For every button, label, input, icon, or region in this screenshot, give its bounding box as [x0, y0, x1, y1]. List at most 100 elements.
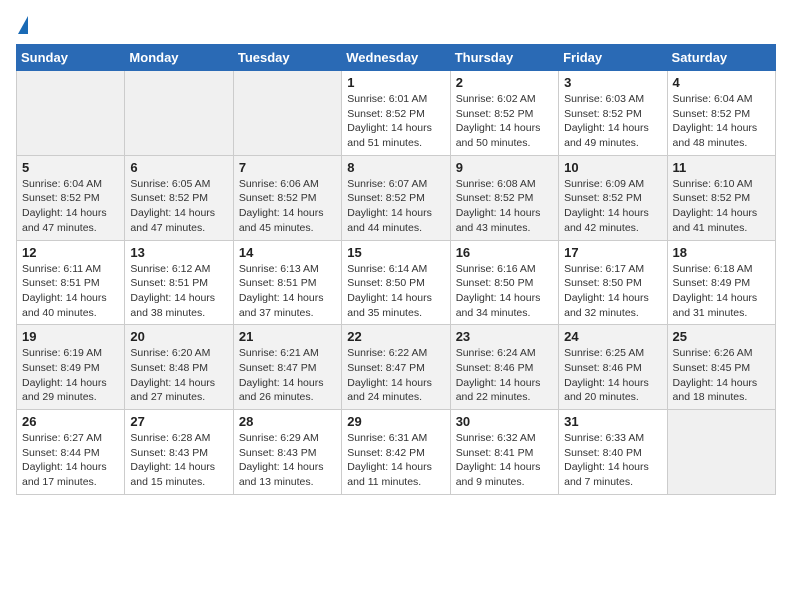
day-number: 4 — [673, 75, 770, 90]
day-info: Sunrise: 6:21 AM Sunset: 8:47 PM Dayligh… — [239, 346, 336, 405]
calendar-cell: 2 Sunrise: 6:02 AM Sunset: 8:52 PM Daylig… — [450, 71, 558, 156]
day-info: Sunrise: 6:20 AM Sunset: 8:48 PM Dayligh… — [130, 346, 227, 405]
calendar-cell: 29 Sunrise: 6:31 AM Sunset: 8:42 PM Dayli… — [342, 410, 450, 495]
calendar-cell — [233, 71, 341, 156]
day-info: Sunrise: 6:03 AM Sunset: 8:52 PM Dayligh… — [564, 92, 661, 151]
calendar-cell: 25 Sunrise: 6:26 AM Sunset: 8:45 PM Dayli… — [667, 325, 775, 410]
col-header-saturday: Saturday — [667, 45, 775, 71]
calendar-cell: 8 Sunrise: 6:07 AM Sunset: 8:52 PM Daylig… — [342, 155, 450, 240]
day-info: Sunrise: 6:14 AM Sunset: 8:50 PM Dayligh… — [347, 262, 444, 321]
day-info: Sunrise: 6:31 AM Sunset: 8:42 PM Dayligh… — [347, 431, 444, 490]
calendar-cell: 4 Sunrise: 6:04 AM Sunset: 8:52 PM Daylig… — [667, 71, 775, 156]
calendar-cell: 13 Sunrise: 6:12 AM Sunset: 8:51 PM Dayli… — [125, 240, 233, 325]
day-number: 22 — [347, 329, 444, 344]
day-info: Sunrise: 6:02 AM Sunset: 8:52 PM Dayligh… — [456, 92, 553, 151]
calendar-cell: 5Sunrise: 6:04 AM Sunset: 8:52 PM Daylig… — [17, 155, 125, 240]
calendar-cell: 10 Sunrise: 6:09 AM Sunset: 8:52 PM Dayli… — [559, 155, 667, 240]
calendar-cell — [125, 71, 233, 156]
day-info: Sunrise: 6:11 AM Sunset: 8:51 PM Dayligh… — [22, 262, 119, 321]
day-number: 17 — [564, 245, 661, 260]
day-number: 31 — [564, 414, 661, 429]
calendar-cell: 3Sunrise: 6:03 AM Sunset: 8:52 PM Daylig… — [559, 71, 667, 156]
day-number: 16 — [456, 245, 553, 260]
calendar-cell: 30 Sunrise: 6:32 AM Sunset: 8:41 PM Dayli… — [450, 410, 558, 495]
day-info: Sunrise: 6:32 AM Sunset: 8:41 PM Dayligh… — [456, 431, 553, 490]
day-info: Sunrise: 6:07 AM Sunset: 8:52 PM Dayligh… — [347, 177, 444, 236]
day-number: 6 — [130, 160, 227, 175]
day-number: 23 — [456, 329, 553, 344]
day-info: Sunrise: 6:01 AM Sunset: 8:52 PM Dayligh… — [347, 92, 444, 151]
calendar-header-row: SundayMondayTuesdayWednesdayThursdayFrid… — [17, 45, 776, 71]
day-number: 26 — [22, 414, 119, 429]
day-number: 11 — [673, 160, 770, 175]
calendar-week-row: 19 Sunrise: 6:19 AM Sunset: 8:49 PM Dayli… — [17, 325, 776, 410]
day-info: Sunrise: 6:04 AM Sunset: 8:52 PM Dayligh… — [22, 177, 119, 236]
col-header-wednesday: Wednesday — [342, 45, 450, 71]
day-info: Sunrise: 6:08 AM Sunset: 8:52 PM Dayligh… — [456, 177, 553, 236]
day-info: Sunrise: 6:22 AM Sunset: 8:47 PM Dayligh… — [347, 346, 444, 405]
day-number: 30 — [456, 414, 553, 429]
calendar-cell: 27 Sunrise: 6:28 AM Sunset: 8:43 PM Dayli… — [125, 410, 233, 495]
day-info: Sunrise: 6:04 AM Sunset: 8:52 PM Dayligh… — [673, 92, 770, 151]
calendar-week-row: 1 Sunrise: 6:01 AM Sunset: 8:52 PM Daylig… — [17, 71, 776, 156]
day-number: 2 — [456, 75, 553, 90]
calendar-cell: 28 Sunrise: 6:29 AM Sunset: 8:43 PM Dayli… — [233, 410, 341, 495]
day-number: 8 — [347, 160, 444, 175]
day-info: Sunrise: 6:17 AM Sunset: 8:50 PM Dayligh… — [564, 262, 661, 321]
calendar-cell: 18 Sunrise: 6:18 AM Sunset: 8:49 PM Dayli… — [667, 240, 775, 325]
calendar-cell: 24Sunrise: 6:25 AM Sunset: 8:46 PM Dayli… — [559, 325, 667, 410]
day-info: Sunrise: 6:09 AM Sunset: 8:52 PM Dayligh… — [564, 177, 661, 236]
day-number: 19 — [22, 329, 119, 344]
day-number: 13 — [130, 245, 227, 260]
day-number: 7 — [239, 160, 336, 175]
day-info: Sunrise: 6:24 AM Sunset: 8:46 PM Dayligh… — [456, 346, 553, 405]
calendar-cell — [17, 71, 125, 156]
col-header-monday: Monday — [125, 45, 233, 71]
col-header-friday: Friday — [559, 45, 667, 71]
day-number: 25 — [673, 329, 770, 344]
calendar-table: SundayMondayTuesdayWednesdayThursdayFrid… — [16, 44, 776, 495]
day-number: 9 — [456, 160, 553, 175]
calendar-cell: 12 Sunrise: 6:11 AM Sunset: 8:51 PM Dayli… — [17, 240, 125, 325]
day-number: 28 — [239, 414, 336, 429]
calendar-cell: 7 Sunrise: 6:06 AM Sunset: 8:52 PM Daylig… — [233, 155, 341, 240]
calendar-cell: 1 Sunrise: 6:01 AM Sunset: 8:52 PM Daylig… — [342, 71, 450, 156]
day-info: Sunrise: 6:18 AM Sunset: 8:49 PM Dayligh… — [673, 262, 770, 321]
calendar-cell: 23 Sunrise: 6:24 AM Sunset: 8:46 PM Dayli… — [450, 325, 558, 410]
calendar-cell: 19 Sunrise: 6:19 AM Sunset: 8:49 PM Dayli… — [17, 325, 125, 410]
calendar-cell: 15 Sunrise: 6:14 AM Sunset: 8:50 PM Dayli… — [342, 240, 450, 325]
day-info: Sunrise: 6:19 AM Sunset: 8:49 PM Dayligh… — [22, 346, 119, 405]
day-info: Sunrise: 6:05 AM Sunset: 8:52 PM Dayligh… — [130, 177, 227, 236]
calendar-week-row: 5Sunrise: 6:04 AM Sunset: 8:52 PM Daylig… — [17, 155, 776, 240]
calendar-cell: 11Sunrise: 6:10 AM Sunset: 8:52 PM Dayli… — [667, 155, 775, 240]
day-info: Sunrise: 6:28 AM Sunset: 8:43 PM Dayligh… — [130, 431, 227, 490]
day-number: 14 — [239, 245, 336, 260]
calendar-cell — [667, 410, 775, 495]
day-info: Sunrise: 6:26 AM Sunset: 8:45 PM Dayligh… — [673, 346, 770, 405]
calendar-week-row: 26Sunrise: 6:27 AM Sunset: 8:44 PM Dayli… — [17, 410, 776, 495]
calendar-cell: 14 Sunrise: 6:13 AM Sunset: 8:51 PM Dayli… — [233, 240, 341, 325]
calendar-cell: 22 Sunrise: 6:22 AM Sunset: 8:47 PM Dayli… — [342, 325, 450, 410]
day-number: 27 — [130, 414, 227, 429]
day-number: 21 — [239, 329, 336, 344]
logo-triangle-icon — [18, 16, 28, 34]
calendar-cell: 17 Sunrise: 6:17 AM Sunset: 8:50 PM Dayli… — [559, 240, 667, 325]
day-number: 18 — [673, 245, 770, 260]
calendar-cell: 21 Sunrise: 6:21 AM Sunset: 8:47 PM Dayli… — [233, 325, 341, 410]
calendar-cell: 26Sunrise: 6:27 AM Sunset: 8:44 PM Dayli… — [17, 410, 125, 495]
day-info: Sunrise: 6:13 AM Sunset: 8:51 PM Dayligh… — [239, 262, 336, 321]
day-number: 10 — [564, 160, 661, 175]
col-header-sunday: Sunday — [17, 45, 125, 71]
day-info: Sunrise: 6:29 AM Sunset: 8:43 PM Dayligh… — [239, 431, 336, 490]
day-info: Sunrise: 6:06 AM Sunset: 8:52 PM Dayligh… — [239, 177, 336, 236]
day-number: 12 — [22, 245, 119, 260]
day-number: 24 — [564, 329, 661, 344]
day-number: 29 — [347, 414, 444, 429]
day-number: 15 — [347, 245, 444, 260]
day-number: 1 — [347, 75, 444, 90]
col-header-thursday: Thursday — [450, 45, 558, 71]
day-number: 20 — [130, 329, 227, 344]
calendar-week-row: 12 Sunrise: 6:11 AM Sunset: 8:51 PM Dayli… — [17, 240, 776, 325]
page-header — [16, 16, 776, 32]
day-info: Sunrise: 6:12 AM Sunset: 8:51 PM Dayligh… — [130, 262, 227, 321]
